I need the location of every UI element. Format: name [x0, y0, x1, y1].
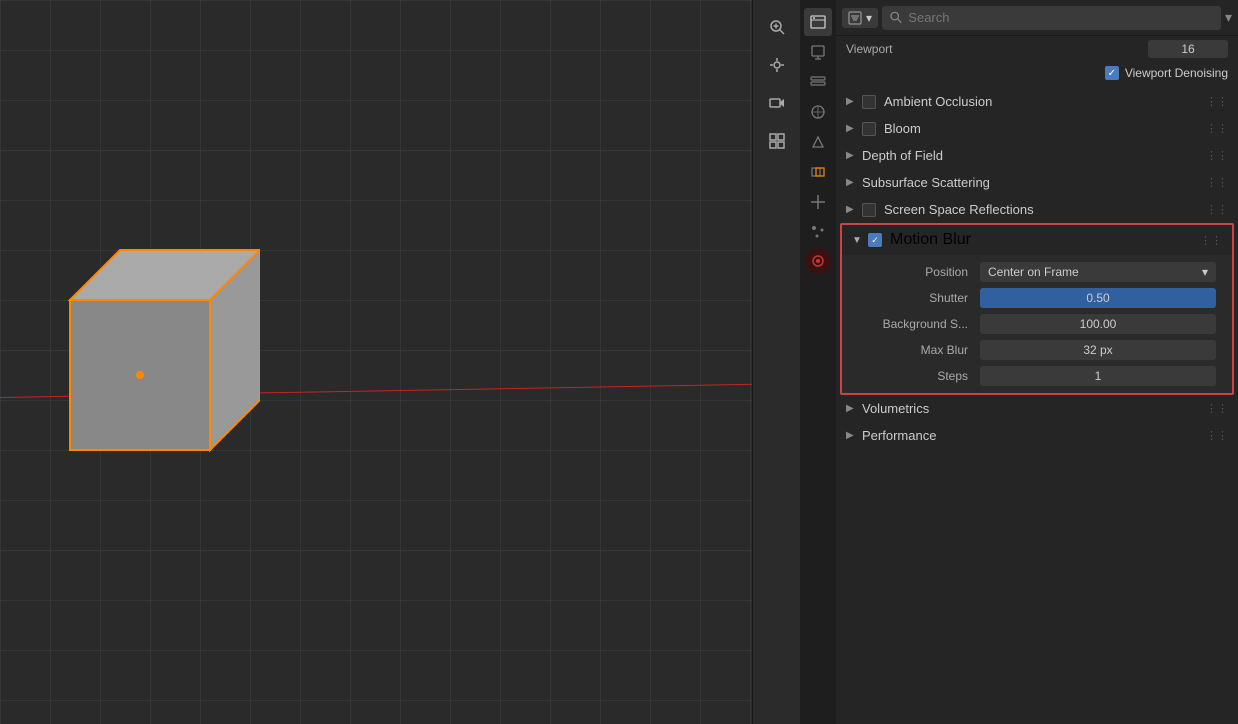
param-row-bg-scale: Background S... 100.00: [842, 311, 1232, 337]
viewport-toolbar: [752, 0, 800, 724]
position-dropdown[interactable]: Center on Frame ▾: [980, 262, 1216, 282]
section-volumetrics[interactable]: ▶ Volumetrics ⋮⋮: [836, 395, 1238, 422]
section-bloom[interactable]: ▶ Bloom ⋮⋮: [836, 115, 1238, 142]
sidebar-item-physics[interactable]: [805, 248, 831, 274]
bg-scale-value[interactable]: 100.00: [980, 314, 1216, 334]
section-subsurface-scattering[interactable]: ▶ Subsurface Scattering ⋮⋮: [836, 169, 1238, 196]
denoising-label[interactable]: ✓ Viewport Denoising: [1105, 66, 1228, 80]
sidebar-item-object[interactable]: [804, 158, 832, 186]
cube-svg: [40, 220, 260, 500]
performance-handle: ⋮⋮: [1206, 429, 1228, 442]
ssr-handle: ⋮⋮: [1206, 203, 1228, 216]
dof-handle: ⋮⋮: [1206, 149, 1228, 162]
properties-panel: ▾ ▾ Viewport 16 ✓ Viewport Denoising ▶: [800, 0, 1238, 724]
viewport: [0, 0, 800, 724]
max-blur-label: Max Blur: [858, 343, 968, 357]
performance-name: Performance: [862, 428, 1206, 443]
section-performance[interactable]: ▶ Performance ⋮⋮: [836, 422, 1238, 449]
search-input[interactable]: [908, 10, 1213, 25]
ambient-occlusion-arrow: ▶: [846, 96, 856, 107]
header-filter-dropdown[interactable]: ▾: [842, 8, 878, 28]
zoom-in-icon[interactable]: [760, 10, 794, 44]
position-value: Center on Frame: [988, 265, 1079, 279]
sidebar-item-world[interactable]: [804, 128, 832, 156]
left-icon-sidebar: [800, 0, 836, 724]
shutter-label: Shutter: [858, 291, 968, 305]
param-row-shutter: Shutter 0.50: [842, 285, 1232, 311]
section-list: ▶ Ambient Occlusion ⋮⋮ ▶ Bloom ⋮⋮ ▶ Dept…: [836, 88, 1238, 724]
ambient-occlusion-checkbox[interactable]: [862, 95, 876, 109]
sss-arrow: ▶: [846, 177, 856, 188]
denoising-text: Viewport Denoising: [1125, 66, 1228, 80]
header-collapse-icon[interactable]: ▾: [1225, 9, 1232, 26]
motion-blur-checkbox[interactable]: ✓: [868, 233, 882, 247]
ambient-occlusion-handle: ⋮⋮: [1206, 95, 1228, 108]
section-depth-of-field[interactable]: ▶ Depth of Field ⋮⋮: [836, 142, 1238, 169]
bloom-checkbox[interactable]: [862, 122, 876, 136]
volumetrics-handle: ⋮⋮: [1206, 402, 1228, 415]
sidebar-item-scene[interactable]: [804, 98, 832, 126]
sss-name: Subsurface Scattering: [862, 175, 1206, 190]
volumetrics-arrow: ▶: [846, 403, 856, 414]
steps-value[interactable]: 1: [980, 366, 1216, 386]
properties-main: ▾ ▾ Viewport 16 ✓ Viewport Denoising ▶: [836, 0, 1238, 724]
motion-blur-header[interactable]: ▼ ✓ Motion Blur ⋮⋮: [842, 225, 1232, 255]
position-chevron: ▾: [1202, 265, 1208, 279]
bloom-arrow: ▶: [846, 123, 856, 134]
ssr-name: Screen Space Reflections: [884, 202, 1206, 217]
steps-label: Steps: [858, 369, 968, 383]
section-ssr[interactable]: ▶ Screen Space Reflections ⋮⋮: [836, 196, 1238, 223]
sidebar-item-modifier[interactable]: [804, 188, 832, 216]
ambient-occlusion-name: Ambient Occlusion: [884, 94, 1206, 109]
viewport-label: Viewport: [846, 42, 1148, 56]
ssr-arrow: ▶: [846, 204, 856, 215]
sss-handle: ⋮⋮: [1206, 176, 1228, 189]
header-dropdown-arrow: ▾: [866, 11, 872, 25]
ssr-checkbox[interactable]: [862, 203, 876, 217]
performance-arrow: ▶: [846, 430, 856, 441]
cube-container: [40, 220, 260, 505]
sidebar-item-viewlayer[interactable]: [804, 68, 832, 96]
pan-icon[interactable]: [760, 48, 794, 82]
bg-scale-label: Background S...: [858, 317, 968, 331]
dof-name: Depth of Field: [862, 148, 1206, 163]
viewport-value[interactable]: 16: [1148, 40, 1228, 58]
search-box[interactable]: [882, 6, 1221, 30]
motion-blur-params: Position Center on Frame ▾ Shutter 0.50 …: [842, 255, 1232, 393]
motion-blur-name: Motion Blur: [890, 231, 1200, 249]
sidebar-item-particles[interactable]: [804, 218, 832, 246]
param-row-steps: Steps 1: [842, 363, 1232, 389]
sidebar-item-render[interactable]: [804, 8, 832, 36]
section-motion-blur: ▼ ✓ Motion Blur ⋮⋮ Position Center on Fr…: [840, 223, 1234, 395]
param-row-position: Position Center on Frame ▾: [842, 259, 1232, 285]
dof-arrow: ▶: [846, 150, 856, 161]
grid-icon[interactable]: [760, 124, 794, 158]
bloom-handle: ⋮⋮: [1206, 122, 1228, 135]
camera-icon[interactable]: [760, 86, 794, 120]
param-row-max-blur: Max Blur 32 px: [842, 337, 1232, 363]
position-label: Position: [858, 265, 968, 279]
section-ambient-occlusion[interactable]: ▶ Ambient Occlusion ⋮⋮: [836, 88, 1238, 115]
motion-blur-arrow: ▼: [852, 235, 862, 246]
viewport-row: Viewport 16: [836, 36, 1238, 62]
properties-header: ▾ ▾: [836, 0, 1238, 36]
max-blur-value[interactable]: 32 px: [980, 340, 1216, 360]
denoising-checkbox[interactable]: ✓: [1105, 66, 1119, 80]
volumetrics-name: Volumetrics: [862, 401, 1206, 416]
shutter-value[interactable]: 0.50: [980, 288, 1216, 308]
motion-blur-handle: ⋮⋮: [1200, 234, 1222, 247]
bloom-name: Bloom: [884, 121, 1206, 136]
denoising-row: ✓ Viewport Denoising: [836, 62, 1238, 88]
sidebar-item-output[interactable]: [804, 38, 832, 66]
